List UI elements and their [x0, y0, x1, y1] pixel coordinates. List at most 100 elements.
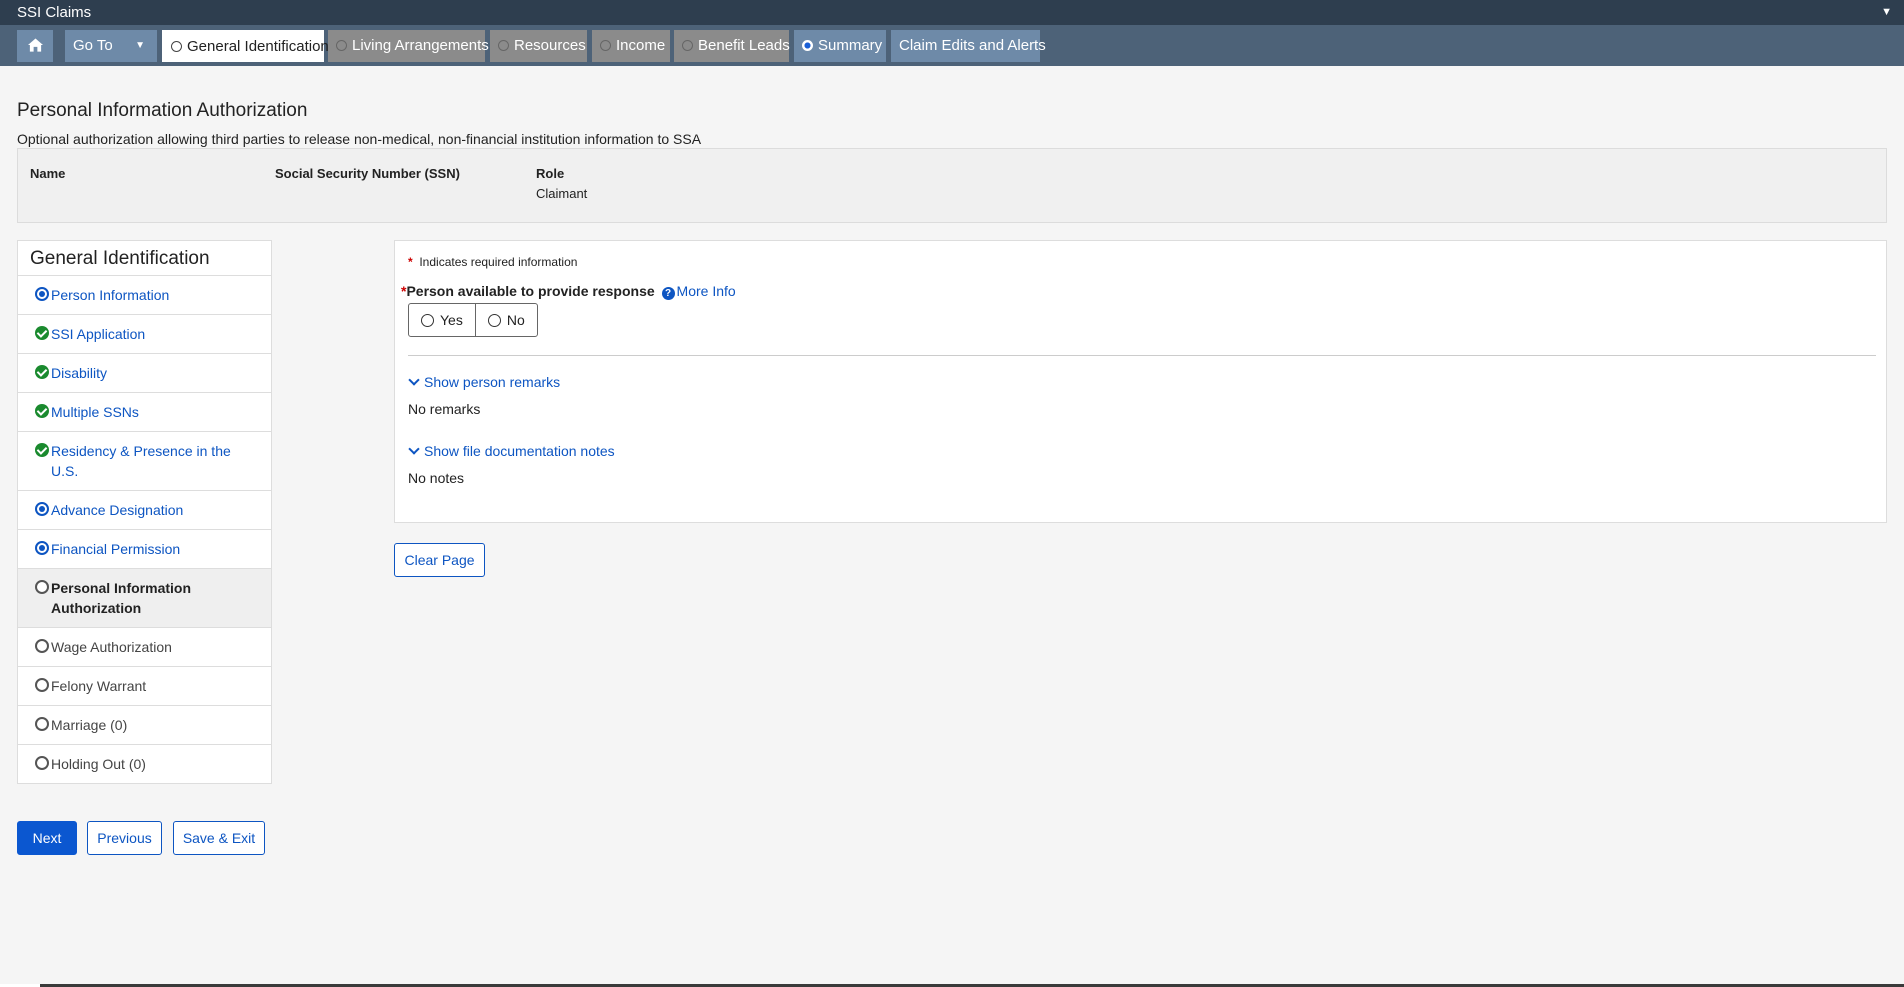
ssn-header: Social Security Number (SSN) [275, 166, 460, 181]
sidenav-item-marriage[interactable]: Marriage (0) [18, 706, 271, 745]
role-value: Claimant [536, 186, 588, 201]
radio-empty-icon [35, 717, 49, 731]
ssn-column: Social Security Number (SSN) [275, 166, 460, 186]
radio-empty-icon [487, 314, 501, 327]
yes-label: Yes [440, 312, 463, 328]
toggle-label: Show file documentation notes [424, 443, 615, 459]
tab-label: Resources [514, 37, 586, 54]
help-icon[interactable]: ? [661, 287, 675, 300]
yes-option[interactable]: Yes [409, 304, 475, 336]
check-circle-icon [35, 365, 49, 379]
no-label: No [506, 312, 525, 328]
sidenav-item-label: Residency & Presence in the U.S. [51, 443, 231, 479]
chevron-down-icon[interactable]: ▼ [1881, 0, 1892, 25]
sidenav-item-label: Multiple SSNs [51, 404, 139, 420]
tab-label: Income [616, 37, 666, 54]
claimant-info-box: Name Social Security Number (SSN) Role C… [17, 148, 1887, 223]
tab-living-arrangements[interactable]: Living Arrangements [328, 30, 489, 62]
availability-radio-group: Yes No [408, 303, 538, 337]
home-button[interactable] [17, 30, 53, 62]
sidenav-item-residency[interactable]: Residency & Presence in the U.S. [18, 432, 271, 491]
role-column: Role Claimant [536, 166, 587, 201]
tab-claim-edits-alerts[interactable]: Claim Edits and Alerts [891, 30, 1046, 62]
tab-label: General Identification [187, 38, 329, 55]
tab-benefit-leads[interactable]: Benefit Leads [674, 30, 790, 62]
sidenav-item-label: Marriage (0) [51, 717, 128, 733]
sidenav-item-advance-designation[interactable]: Advance Designation [18, 491, 271, 530]
show-person-remarks-toggle[interactable]: Show person remarks [408, 374, 560, 390]
app-title-bar: SSI Claims ▼ [0, 0, 1904, 25]
sidenav-item-label: Financial Permission [51, 541, 181, 557]
radio-icon [498, 40, 509, 51]
radio-empty-icon [35, 678, 49, 692]
tab-label: Summary [818, 37, 883, 54]
divider [408, 355, 1876, 356]
home-icon [27, 38, 43, 52]
question-label: *Person available to provide response ? M… [401, 283, 736, 300]
toggle-label: Show person remarks [424, 374, 561, 390]
tab-summary[interactable]: Summary [794, 30, 886, 62]
sidenav-item-label: Disability [51, 365, 108, 381]
main-nav: Go To ▼ General Identification Living Ar… [0, 25, 1904, 66]
check-circle-icon [35, 443, 49, 457]
more-info-link[interactable]: More Info [677, 283, 736, 299]
sidenav-item-personal-information-authorization[interactable]: Personal Information Authorization [18, 569, 271, 628]
question-text: Person available to provide response [406, 283, 655, 299]
radio-selected-icon [35, 287, 49, 301]
sidenav-item-wage-authorization[interactable]: Wage Authorization [18, 628, 271, 667]
next-button[interactable]: Next [17, 821, 77, 855]
radio-icon [336, 40, 347, 51]
previous-button[interactable]: Previous [87, 821, 162, 855]
no-option[interactable]: No [474, 304, 537, 336]
radio-icon [171, 41, 182, 52]
notes-text: No notes [408, 470, 465, 486]
required-note-text: Indicates required information [419, 255, 578, 269]
tab-label: Living Arrangements [352, 37, 489, 54]
sidenav-item-label: Person Information [51, 287, 170, 303]
question-panel: * Indicates required information *Person… [394, 240, 1887, 523]
tab-label: Benefit Leads [698, 37, 790, 54]
sidenav-item-multiple-ssns[interactable]: Multiple SSNs [18, 393, 271, 432]
radio-selected-icon [802, 40, 813, 51]
role-header: Role [536, 166, 565, 181]
sidenav-item-label: Holding Out (0) [51, 756, 146, 772]
sidenav-item-disability[interactable]: Disability [18, 354, 271, 393]
sidenav-item-financial-permission[interactable]: Financial Permission [18, 530, 271, 569]
radio-empty-icon [421, 314, 434, 327]
sidenav-item-label: Personal Information Authorization [51, 580, 192, 616]
tab-income[interactable]: Income [592, 30, 670, 62]
page-title: Personal Information Authorization [17, 100, 308, 121]
clear-page-button[interactable]: Clear Page [394, 543, 485, 577]
radio-selected-icon [35, 541, 49, 555]
radio-selected-icon [35, 502, 49, 516]
show-file-notes-toggle[interactable]: Show file documentation notes [408, 443, 615, 459]
sidenav-item-holding-out[interactable]: Holding Out (0) [18, 745, 271, 783]
sidenav-item-label: SSI Application [51, 326, 146, 342]
tab-general-identification[interactable]: General Identification [162, 30, 329, 62]
chevron-down-icon [408, 374, 420, 386]
name-column: Name [30, 166, 65, 186]
radio-icon [600, 40, 611, 51]
radio-empty-icon [35, 580, 49, 594]
required-star: * [408, 255, 413, 269]
chevron-down-icon [408, 443, 420, 455]
app-title: SSI Claims [17, 4, 92, 21]
sidenav-item-label: Felony Warrant [51, 678, 147, 694]
check-circle-icon [35, 404, 49, 418]
tab-label: Claim Edits and Alerts [899, 37, 1046, 54]
sidenav-item-ssi-application[interactable]: SSI Application [18, 315, 271, 354]
sidenav-item-person-information[interactable]: Person Information [18, 276, 271, 315]
tab-resources[interactable]: Resources [490, 30, 587, 62]
radio-empty-icon [35, 756, 49, 770]
sidenav-item-label: Wage Authorization [51, 639, 172, 655]
save-exit-button[interactable]: Save & Exit [173, 821, 265, 855]
sidenav-item-label: Advance Designation [51, 502, 184, 518]
goto-dropdown[interactable]: Go To ▼ [65, 30, 157, 62]
radio-icon [682, 40, 693, 51]
required-note: * Indicates required information [408, 255, 577, 269]
check-circle-icon [35, 326, 49, 340]
goto-label: Go To [73, 37, 113, 54]
remarks-text: No remarks [408, 401, 481, 417]
section-sidenav: General Identification Person Informatio… [17, 240, 272, 784]
sidenav-item-felony-warrant[interactable]: Felony Warrant [18, 667, 271, 706]
